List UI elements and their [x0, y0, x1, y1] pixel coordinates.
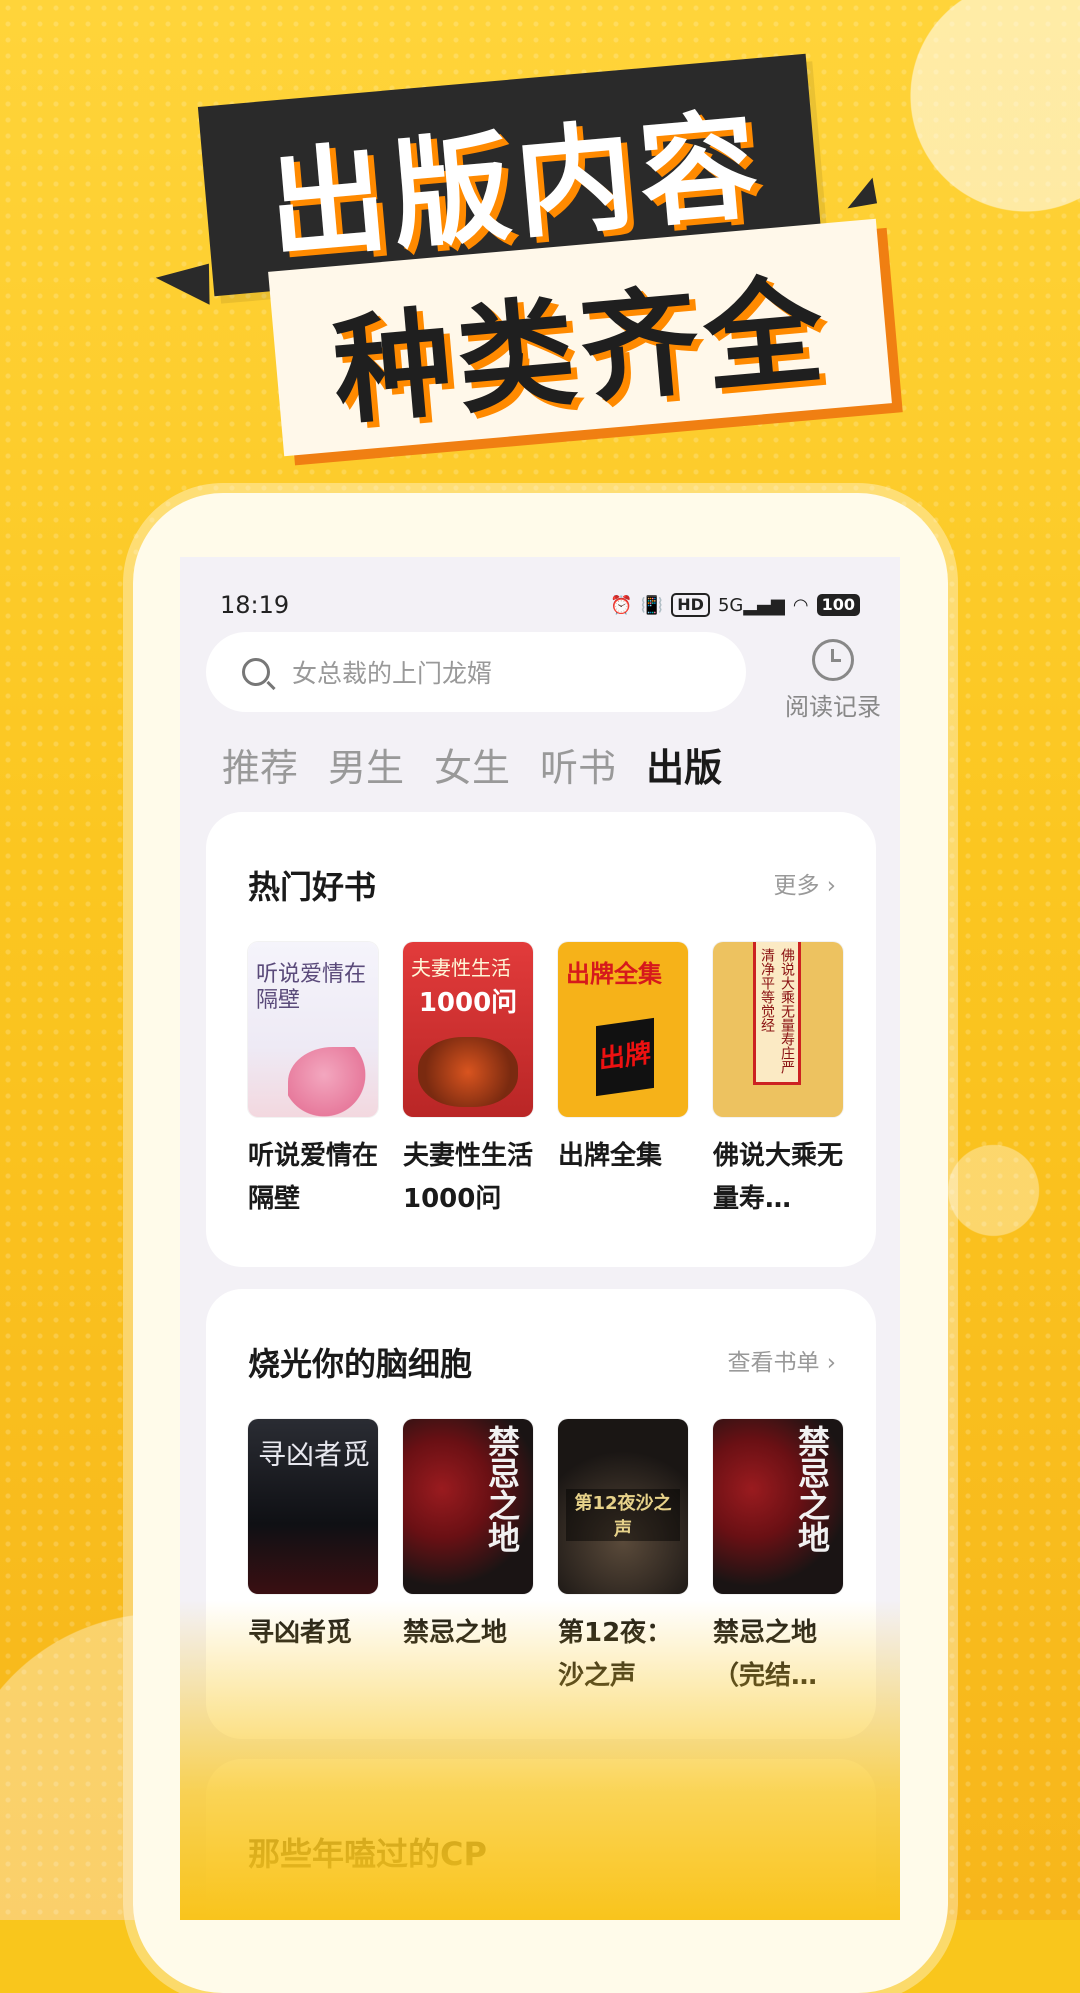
tab-recommend[interactable]: 推荐: [222, 737, 298, 792]
book-cover: 第12夜沙之声: [558, 1419, 688, 1594]
status-bar: 18:19 ⏰ 📳 HD 5G▂▄▆ ◠ 100: [220, 585, 860, 625]
cp-books-card: 那些年嗑过的CP: [206, 1759, 876, 1920]
section-title: 那些年嗑过的CP: [248, 1835, 487, 1873]
book-title: 第12夜：沙之声: [558, 1618, 673, 1691]
more-label: 查看书单: [727, 1350, 820, 1376]
book-item[interactable]: 禁忌之地 禁忌之地: [403, 1419, 533, 1698]
cover-text: 夫妻性生活: [411, 956, 511, 980]
reading-history-label: 阅读记录: [785, 693, 881, 721]
book-title: 佛说大乘无量寿…: [713, 1141, 843, 1214]
search-placeholder: 女总裁的上门龙婿: [292, 659, 493, 688]
flower-graphic: [288, 1047, 378, 1117]
book-row: 听说爱情在隔壁 听说爱情在隔壁 夫妻性生活 1000问 夫妻性生活1000问 出…: [248, 942, 843, 1221]
book-title: 禁忌之地: [403, 1618, 508, 1648]
hd-icon: HD: [671, 593, 710, 617]
cover-graphic: [418, 1037, 518, 1107]
cover-text: 寻凶者觅: [258, 1438, 371, 1471]
book-title: 夫妻性生活1000问: [403, 1141, 533, 1214]
status-icons: ⏰ 📳 HD 5G▂▄▆ ◠ 100: [610, 593, 860, 617]
hot-books-card: 热门好书 更多 › 听说爱情在隔壁 听说爱情在隔壁 夫妻性生活 1000问 夫妻…: [206, 812, 876, 1267]
book-item[interactable]: 出牌全集 出牌 出牌全集: [558, 942, 688, 1221]
book-cover: 听说爱情在隔壁: [248, 942, 378, 1117]
book-item[interactable]: 第12夜沙之声 第12夜：沙之声: [558, 1419, 688, 1698]
book-row: 寻凶者觅 寻凶者觅 禁忌之地 禁忌之地 第12夜沙之声 第12夜：沙之声 禁忌之…: [248, 1419, 843, 1698]
search-icon: [242, 658, 270, 686]
search-input[interactable]: 女总裁的上门龙婿: [206, 632, 746, 712]
section-title: 热门好书: [248, 868, 377, 906]
phone-screen: 18:19 ⏰ 📳 HD 5G▂▄▆ ◠ 100 女总裁的上门龙婿 阅读记录 推…: [180, 557, 900, 1920]
book-item[interactable]: 听说爱情在隔壁 听说爱情在隔壁: [248, 942, 378, 1221]
tab-male[interactable]: 男生: [328, 737, 404, 792]
book-item[interactable]: 禁忌之地 禁忌之地（完结…: [713, 1419, 843, 1698]
tab-female[interactable]: 女生: [434, 737, 510, 792]
view-booklist-link[interactable]: 查看书单 ›: [727, 1343, 836, 1377]
reading-history-button[interactable]: 阅读记录: [778, 639, 888, 722]
more-link[interactable]: 更多 ›: [773, 866, 836, 900]
book-title: 禁忌之地（完结…: [713, 1618, 818, 1691]
chevron-right-icon: ›: [826, 873, 836, 899]
book-cover: 禁忌之地: [403, 1419, 533, 1594]
clock-icon: [812, 639, 854, 681]
banner-headline-2: 种类齐全: [327, 260, 834, 441]
book-title: 寻凶者觅: [248, 1618, 353, 1648]
book-cover: 夫妻性生活 1000问: [403, 942, 533, 1117]
book-item[interactable]: 佛说大乘无量寿庄严清净平等觉经 佛说大乘无量寿…: [713, 942, 843, 1221]
cover-strip: 佛说大乘无量寿庄严清净平等觉经: [753, 942, 801, 1085]
more-label: 更多: [773, 873, 820, 899]
battery-icon: 100: [816, 594, 860, 616]
cover-graphic: 出牌: [596, 1017, 654, 1097]
cover-mark: 出牌: [598, 1038, 651, 1076]
wifi-icon: ◠: [792, 594, 809, 616]
cover-text: 禁忌之地: [793, 1425, 831, 1553]
book-cover: 出牌全集 出牌: [558, 942, 688, 1117]
category-tabs: 推荐 男生 女生 听书 出版: [222, 737, 722, 792]
book-title: 听说爱情在隔壁: [248, 1141, 378, 1214]
tab-publish[interactable]: 出版: [646, 737, 722, 792]
cover-text: 禁忌之地: [483, 1425, 521, 1553]
cover-text: 佛说大乘无量寿庄严清净平等觉经: [759, 948, 795, 1074]
network-label: 5G: [717, 594, 744, 616]
chevron-right-icon: ›: [826, 1350, 836, 1376]
book-item[interactable]: 夫妻性生活 1000问 夫妻性生活1000问: [403, 942, 533, 1221]
book-cover: 寻凶者觅: [248, 1419, 378, 1594]
spark-decoration: [842, 177, 878, 209]
book-cover: 禁忌之地: [713, 1419, 843, 1594]
tab-audiobook[interactable]: 听书: [540, 737, 616, 792]
brain-books-card: 烧光你的脑细胞 查看书单 › 寻凶者觅 寻凶者觅 禁忌之地 禁忌之地 第12夜沙…: [206, 1289, 876, 1739]
signal-icon: 5G▂▄▆: [717, 594, 785, 616]
section-title: 烧光你的脑细胞: [248, 1345, 473, 1383]
cover-number: 1000问: [418, 988, 518, 1018]
alarm-icon: ⏰: [610, 594, 633, 616]
vibrate-icon: 📳: [640, 594, 664, 616]
cover-text: 第12夜沙之声: [566, 1489, 680, 1541]
cover-text: 出牌全集: [566, 960, 662, 988]
book-item[interactable]: 寻凶者觅 寻凶者觅: [248, 1419, 378, 1698]
book-title: 出牌全集: [558, 1141, 663, 1171]
status-time: 18:19: [220, 591, 290, 619]
book-cover: 佛说大乘无量寿庄严清净平等觉经: [713, 942, 843, 1117]
cover-text: 听说爱情在隔壁: [256, 962, 367, 1013]
